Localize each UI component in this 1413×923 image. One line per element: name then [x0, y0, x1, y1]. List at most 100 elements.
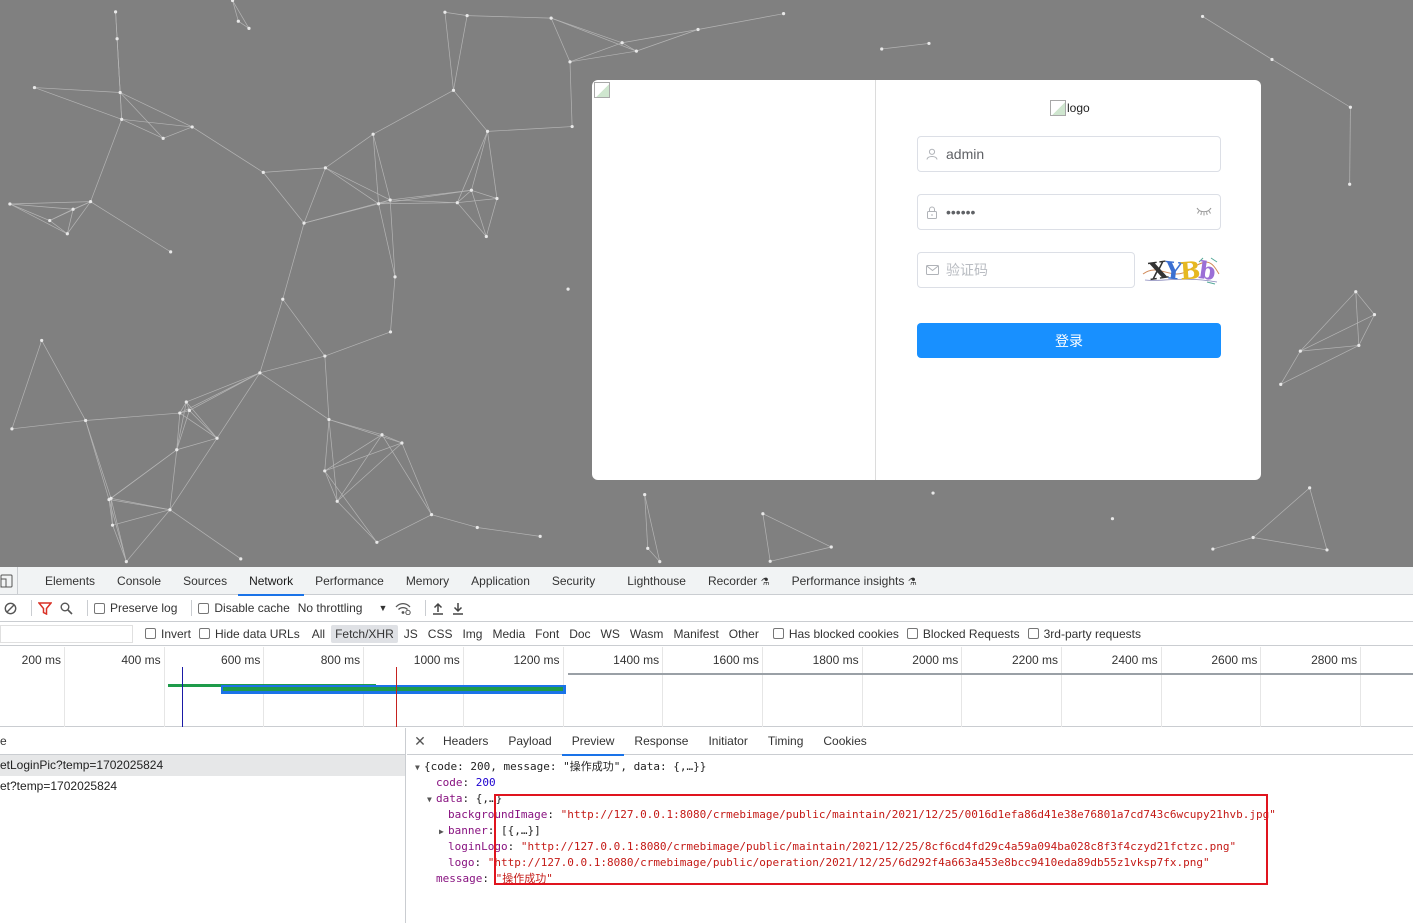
network-line: [390, 276, 396, 332]
filter-type-wasm[interactable]: Wasm: [626, 625, 668, 643]
captcha-image[interactable]: X Y B b: [1141, 252, 1221, 288]
filter-type-other[interactable]: Other: [725, 625, 763, 643]
timeline-tick-label: 2000 ms: [912, 653, 959, 667]
login-button[interactable]: 登录: [917, 323, 1221, 358]
export-har-icon[interactable]: [452, 602, 464, 615]
network-overview-timeline[interactable]: 200 ms 400 ms 600 ms 800 ms 1000 ms 1200 ms 14…: [0, 647, 1413, 727]
filter-type-img[interactable]: Img: [458, 625, 486, 643]
close-icon[interactable]: ✕: [407, 733, 433, 750]
json-root[interactable]: ▼ {code: 200, message: "操作成功", data: {,…}…: [407, 759, 1413, 775]
network-line: [1355, 291, 1375, 315]
tab-elements[interactable]: Elements: [34, 567, 106, 595]
tab-timing[interactable]: Timing: [758, 728, 814, 755]
filter-type-manifest[interactable]: Manifest: [669, 625, 722, 643]
toolbar-divider: [31, 600, 32, 616]
request-list-header[interactable]: e: [0, 728, 405, 755]
timeline-gridline: [1061, 647, 1062, 727]
tab-console[interactable]: Console: [106, 567, 172, 595]
filter-type-fetch-xhr[interactable]: Fetch/XHR: [331, 624, 398, 643]
tab-security[interactable]: Security: [541, 567, 606, 595]
filter-type-all[interactable]: All: [308, 625, 329, 643]
network-node: [620, 41, 624, 45]
captcha-field[interactable]: 验证码: [917, 252, 1135, 288]
eye-closed-icon[interactable]: [1196, 205, 1212, 220]
device-toolbar-icon[interactable]: [0, 566, 18, 595]
network-conditions-icon[interactable]: [395, 602, 412, 615]
tab-network[interactable]: Network: [238, 567, 305, 596]
preserve-log-checkbox[interactable]: Preserve log: [94, 601, 177, 615]
filter-type-js[interactable]: JS: [400, 625, 422, 643]
filter-type-css[interactable]: CSS: [424, 625, 457, 643]
network-node: [1279, 382, 1283, 386]
tab-memory[interactable]: Memory: [395, 567, 460, 595]
request-row[interactable]: et?temp=1702025824: [0, 776, 405, 797]
timeline-tick-label: 600 ms: [221, 653, 261, 667]
tab-initiator[interactable]: Initiator: [698, 728, 757, 755]
network-line: [189, 372, 261, 411]
network-line: [11, 420, 86, 430]
third-party-checkbox[interactable]: 3rd-party requests: [1027, 627, 1141, 641]
throttling-select[interactable]: No throttling ▼: [298, 601, 388, 615]
network-line: [1309, 487, 1328, 551]
has-blocked-cookies-checkbox[interactable]: Has blocked cookies: [772, 627, 899, 641]
network-line: [9, 201, 91, 205]
request-row[interactable]: etLoginPic?temp=1702025824: [0, 755, 405, 776]
network-line: [477, 527, 541, 537]
tab-sources[interactable]: Sources: [172, 567, 238, 595]
network-line: [457, 202, 487, 237]
tab-performance-insights[interactable]: Performance insights ⚗: [781, 567, 928, 595]
network-line: [34, 87, 122, 120]
clear-icon[interactable]: [4, 602, 17, 615]
network-line: [453, 90, 488, 132]
hide-data-urls-checkbox[interactable]: Hide data URLs: [199, 627, 300, 641]
username-field[interactable]: admin: [917, 136, 1221, 172]
network-node: [84, 418, 88, 423]
network-node: [566, 287, 570, 291]
network-node: [323, 354, 327, 358]
filter-type-doc[interactable]: Doc: [565, 625, 594, 643]
tab-response[interactable]: Response: [624, 728, 698, 755]
network-node: [495, 196, 499, 201]
disable-cache-checkbox[interactable]: Disable cache: [198, 601, 290, 615]
network-line: [1271, 59, 1351, 108]
network-node: [258, 371, 262, 375]
network-node: [107, 497, 111, 502]
network-line: [1349, 107, 1351, 185]
network-line: [569, 42, 623, 63]
tab-performance[interactable]: Performance: [304, 567, 395, 595]
tab-payload[interactable]: Payload: [498, 728, 561, 755]
filter-type-font[interactable]: Font: [531, 625, 563, 643]
network-node: [646, 546, 650, 550]
search-icon[interactable]: [60, 602, 73, 615]
tab-preview[interactable]: Preview: [561, 728, 625, 756]
tab-application[interactable]: Application: [460, 567, 541, 595]
network-node: [281, 297, 285, 301]
password-field[interactable]: ••••••: [917, 194, 1221, 230]
network-line: [444, 12, 454, 91]
network-line: [1300, 314, 1375, 352]
captcha-placeholder: 验证码: [946, 262, 988, 278]
network-line: [328, 419, 403, 444]
request-bar-green: [223, 687, 563, 691]
filter-type-ws[interactable]: WS: [597, 625, 624, 643]
network-node: [247, 26, 251, 30]
network-line: [34, 87, 121, 93]
invert-checkbox[interactable]: Invert: [145, 627, 191, 641]
tab-lighthouse[interactable]: Lighthouse: [616, 567, 697, 595]
network-node: [570, 124, 574, 129]
filter-type-media[interactable]: Media: [488, 625, 529, 643]
tab-cookies[interactable]: Cookies: [813, 728, 876, 755]
filter-input[interactable]: [0, 624, 133, 643]
tab-headers[interactable]: Headers: [433, 728, 498, 755]
network-line: [457, 198, 497, 204]
network-node: [927, 41, 931, 46]
blocked-requests-checkbox[interactable]: Blocked Requests: [906, 627, 1020, 641]
json-preview: ▼ {code: 200, message: "操作成功", data: {,…}…: [407, 755, 1413, 887]
filter-icon[interactable]: [38, 601, 52, 615]
import-har-icon[interactable]: [432, 602, 444, 615]
network-line: [444, 11, 468, 16]
tab-recorder[interactable]: Recorder ⚗: [697, 567, 781, 595]
network-node: [469, 188, 474, 192]
preserve-log-label: Preserve log: [110, 601, 178, 615]
network-node: [71, 207, 75, 211]
